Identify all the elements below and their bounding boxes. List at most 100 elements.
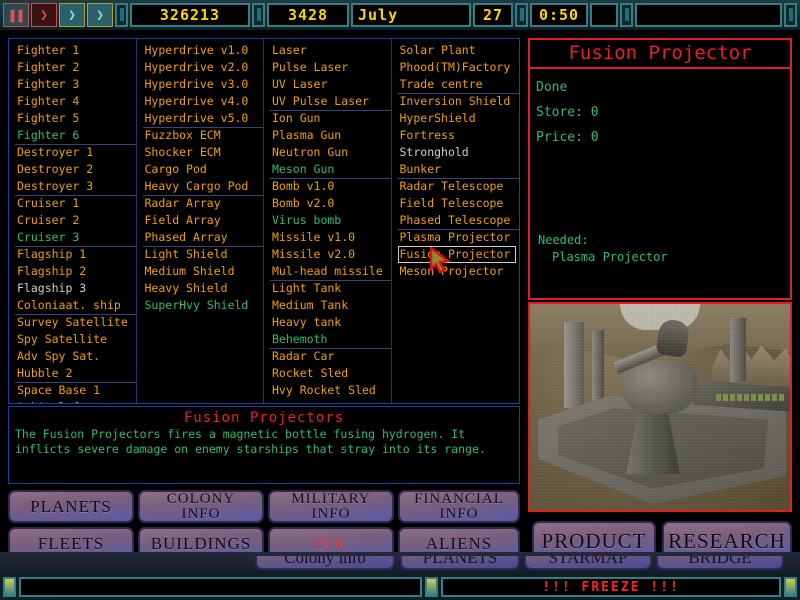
tech-item[interactable]: Laser	[270, 42, 391, 59]
tech-item[interactable]: Orbital factory	[15, 399, 136, 403]
tech-item[interactable]: Bomb v2.0	[270, 195, 391, 212]
planets-tab[interactable]: PLANETS	[400, 556, 520, 570]
tech-item[interactable]: Flagship 3	[15, 280, 136, 297]
tech-item[interactable]: Field Array	[143, 212, 264, 229]
tech-item[interactable]: Spy Satellite	[15, 331, 136, 348]
financial-info-button[interactable]: FINANCIAL INFO	[398, 490, 520, 523]
tech-item[interactable]: Space Base 1	[15, 382, 136, 399]
fast-forward-icon: ❯	[68, 8, 76, 23]
needed-item: Plasma Projector	[538, 249, 782, 266]
tech-item[interactable]: Coloniaat. ship	[15, 297, 136, 314]
tech-item[interactable]: Hvy Rocket Sled	[270, 382, 391, 399]
tech-item[interactable]: Fighter 5	[15, 110, 136, 127]
play-icon: ❯	[40, 8, 48, 23]
tech-item[interactable]: Missile v2.0	[270, 246, 391, 263]
tech-item[interactable]: Stronghold	[398, 144, 520, 161]
tech-item[interactable]: Cargo Pod	[143, 161, 264, 178]
tech-item[interactable]: Fighter 1	[15, 42, 136, 59]
tech-item[interactable]: Fighter 2	[15, 59, 136, 76]
play-button[interactable]: ❯	[31, 3, 57, 27]
tech-item[interactable]: Fighter 6	[15, 127, 136, 144]
tech-item[interactable]: Light Shield	[143, 246, 264, 263]
tech-item[interactable]: Meson Projector	[398, 263, 520, 280]
tech-item[interactable]: Survey Satellite	[15, 314, 136, 331]
tech-item[interactable]: Field Telescope	[398, 195, 520, 212]
tech-item[interactable]: Fighter 3	[15, 76, 136, 93]
tech-item[interactable]: SuperHvy Shield	[143, 297, 264, 314]
tech-item[interactable]: Medium Shield	[143, 263, 264, 280]
bridge-tab[interactable]: BRIDGE	[656, 556, 784, 570]
tech-item[interactable]: Plasma Projector	[398, 229, 520, 246]
tech-item[interactable]: HyperShield	[398, 110, 520, 127]
tech-item[interactable]: Hubble 2	[15, 365, 136, 382]
tech-item[interactable]: Radar Telescope	[398, 178, 520, 195]
tech-item[interactable]: Adv Spy Sat.	[15, 348, 136, 365]
tech-item[interactable]: Fusion Projector	[398, 246, 517, 263]
tech-item[interactable]: UV Laser	[270, 76, 391, 93]
colony-info-tab[interactable]: Colony info	[255, 556, 395, 570]
spare-display	[590, 3, 618, 27]
tech-item[interactable]: Plasma Gun	[270, 127, 391, 144]
tech-item[interactable]: Phased Telescope	[398, 212, 520, 229]
status-lamp-middle	[425, 577, 438, 597]
fast-forward-2-button[interactable]: ❯	[87, 3, 113, 27]
tech-item[interactable]: Light Tank	[270, 280, 391, 297]
clock-display: 0:50	[530, 3, 588, 27]
tech-item[interactable]: UV Pulse Laser	[270, 93, 391, 110]
credits-indicator	[115, 3, 128, 27]
tech-item[interactable]: Bunker	[398, 161, 520, 178]
tech-item[interactable]: Fortress	[398, 127, 520, 144]
tech-item[interactable]: Hyperdrive v4.0	[143, 93, 264, 110]
tech-item[interactable]: Destroyer 1	[15, 144, 136, 161]
tech-column-weapons: LaserPulse LaserUV LaserUV Pulse LaserIo…	[264, 39, 392, 403]
tech-item[interactable]: Phood(TM)Factory	[398, 59, 520, 76]
status-message-left	[19, 577, 422, 597]
population-display: 3428	[267, 3, 349, 27]
tech-item[interactable]: Missile v1.0	[270, 229, 391, 246]
tech-item[interactable]: Heavy Shield	[143, 280, 264, 297]
tech-item[interactable]: Hyperdrive v3.0	[143, 76, 264, 93]
tech-item[interactable]: Cruiser 1	[15, 195, 136, 212]
tech-item[interactable]: Shocker ECM	[143, 144, 264, 161]
day-display: 27	[473, 3, 513, 27]
planets-button[interactable]: PLANETS	[8, 490, 134, 523]
tech-item[interactable]: Cruiser 2	[15, 212, 136, 229]
starmap-tab[interactable]: STARMAP	[524, 556, 652, 570]
military-info-button[interactable]: MILITARY INFO	[268, 490, 394, 523]
tech-item[interactable]: Heavy tank	[270, 314, 391, 331]
pause-icon: ❚❚	[8, 6, 24, 24]
tech-item[interactable]: Virus bomb	[270, 212, 391, 229]
tech-item[interactable]: Flagship 1	[15, 246, 136, 263]
tech-item[interactable]: Heavy Cargo Pod	[143, 178, 264, 195]
tech-item[interactable]: Radar Car	[270, 348, 391, 365]
tech-item[interactable]: Meson Gun	[270, 161, 391, 178]
colony-info-button[interactable]: COLONY INFO	[138, 490, 264, 523]
tech-item[interactable]: Fuzzbox ECM	[143, 127, 264, 144]
tech-item[interactable]: Fighter 4	[15, 93, 136, 110]
tech-item[interactable]: Trade centre	[398, 76, 520, 93]
pause-button[interactable]: ❚❚	[3, 3, 29, 27]
tech-item[interactable]: Solar Plant	[398, 42, 520, 59]
tech-item[interactable]: Inversion Shield	[398, 93, 520, 110]
tech-item[interactable]: Destroyer 2	[15, 161, 136, 178]
tech-item[interactable]: Phased Array	[143, 229, 264, 246]
tech-item[interactable]: Behemoth	[270, 331, 391, 348]
tech-item[interactable]: Bomb v1.0	[270, 178, 391, 195]
prerequisites-panel: Needed: Plasma Projector	[528, 228, 792, 300]
tech-item[interactable]: Ion Gun	[270, 110, 391, 127]
tech-item[interactable]: Hyperdrive v5.0	[143, 110, 264, 127]
tech-item[interactable]: Hyperdrive v2.0	[143, 59, 264, 76]
tech-item[interactable]: Pulse Laser	[270, 59, 391, 76]
fast-forward-button[interactable]: ❯	[59, 3, 85, 27]
tech-item[interactable]: Neutron Gun	[270, 144, 391, 161]
tech-item[interactable]: Rocket Sled	[270, 365, 391, 382]
tech-item[interactable]: Destroyer 3	[15, 178, 136, 195]
item-preview-image	[528, 302, 792, 512]
tech-item[interactable]: Mul-head missile	[270, 263, 391, 280]
tech-item[interactable]: Radar Array	[143, 195, 264, 212]
tech-item[interactable]: Cruiser 3	[15, 229, 136, 246]
tech-item[interactable]: Medium Tank	[270, 297, 391, 314]
tech-item[interactable]: Hyperdrive v1.0	[143, 42, 264, 59]
tech-item[interactable]: Flagship 2	[15, 263, 136, 280]
month-display: July	[351, 3, 471, 27]
